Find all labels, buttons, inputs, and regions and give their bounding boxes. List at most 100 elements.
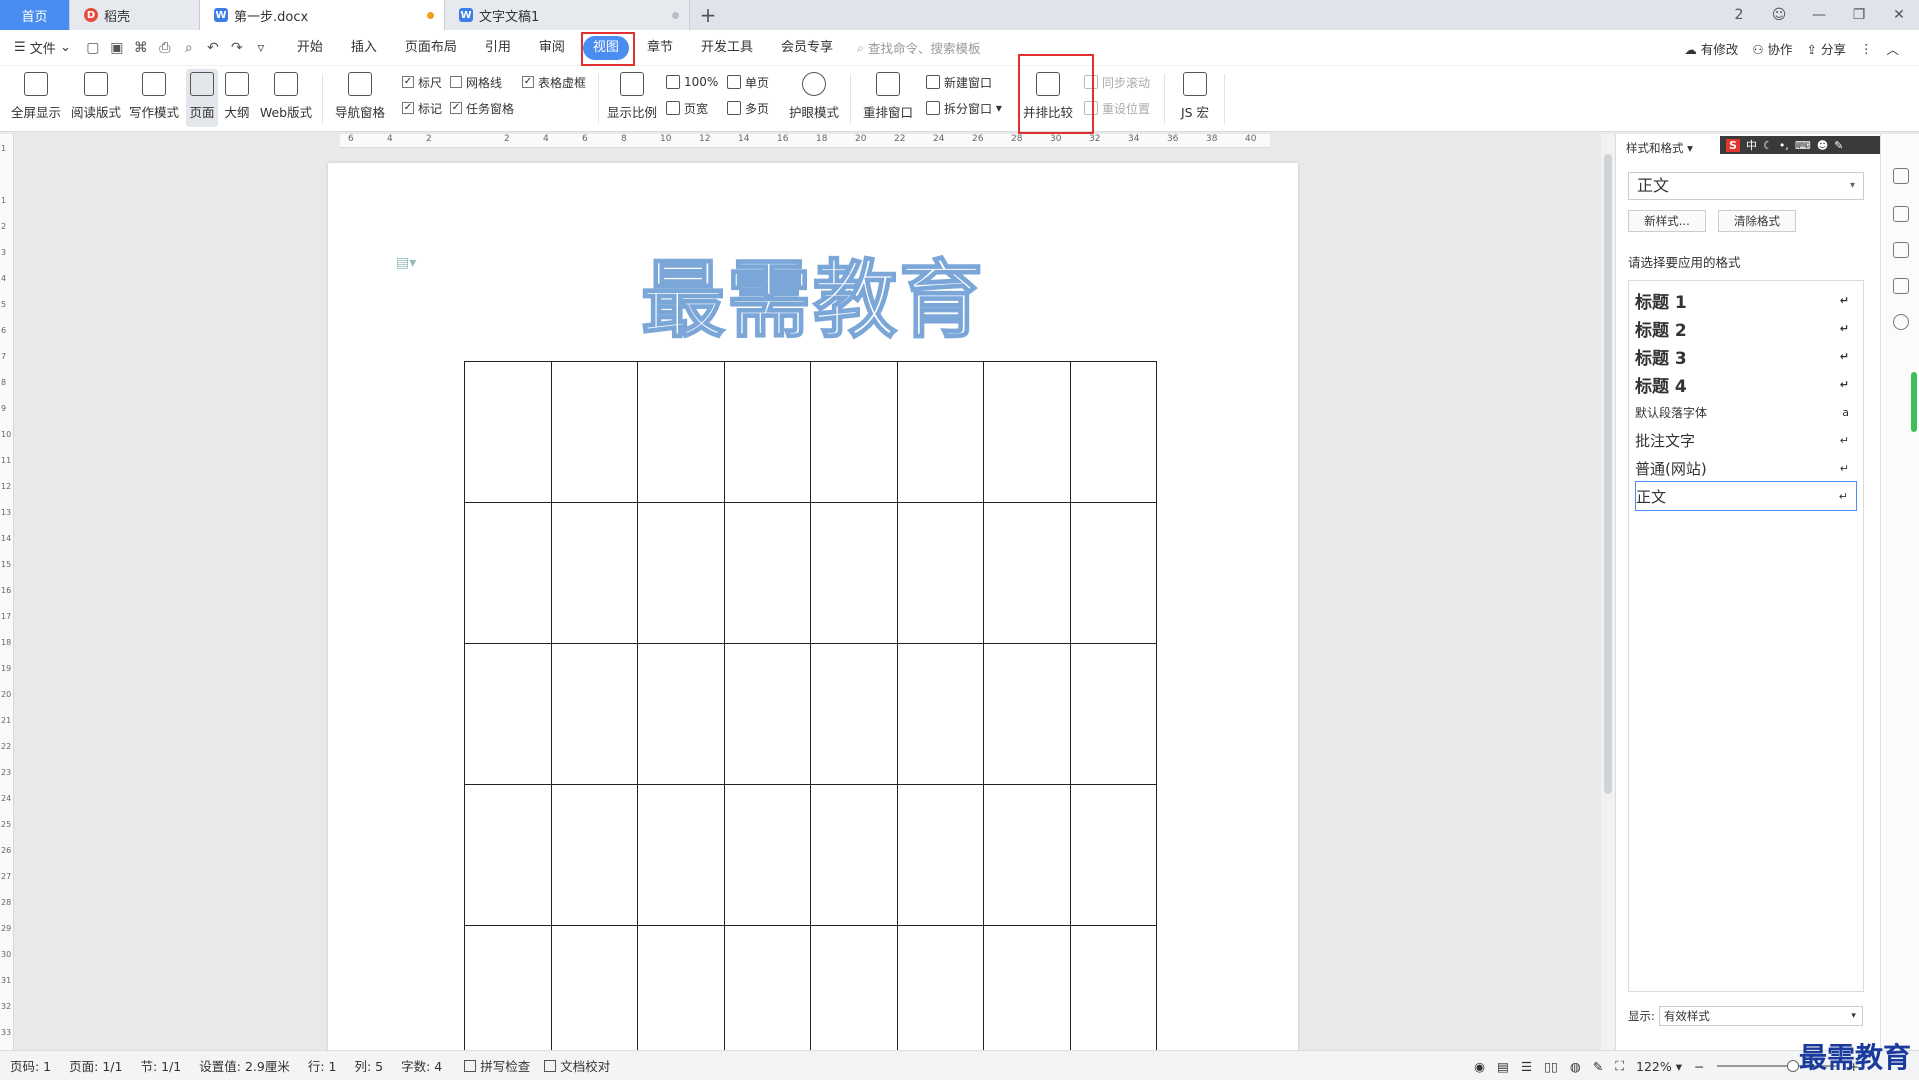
style-item[interactable]: 标题 1 ↵ <box>1635 285 1857 315</box>
table-cell[interactable] <box>550 643 638 785</box>
status-col[interactable]: 列: 5 <box>354 1056 383 1075</box>
status-pages[interactable]: 页面: 1/1 <box>69 1056 122 1075</box>
table-cell[interactable] <box>1069 643 1157 785</box>
scroll-thumb[interactable] <box>1604 154 1612 794</box>
vertical-ruler[interactable]: 1 1 2 3 4 5 6 7 8 9 10 11 12 13 14 15 16 17 18 19 20 21 22 23 24… <box>0 134 14 1063</box>
window-count-badge[interactable]: 2 <box>1719 7 1759 23</box>
redo-icon[interactable]: ↷ <box>225 40 249 56</box>
table-cell[interactable] <box>723 643 811 785</box>
style-item[interactable]: 标题 2 ↵ <box>1635 313 1857 343</box>
select-cursor-icon[interactable] <box>1893 242 1909 258</box>
read-view-icon[interactable]: ▯▯ <box>1544 1059 1558 1074</box>
menu-start[interactable]: 开始 <box>283 36 337 60</box>
web-view-button[interactable]: Web版式 <box>258 66 314 130</box>
collab-button[interactable]: ⚇ 协作 <box>1752 39 1792 58</box>
undo-icon[interactable]: ↶ <box>201 40 225 56</box>
close-icon[interactable]: ✕ <box>1879 7 1919 23</box>
table-cell[interactable] <box>1069 784 1157 926</box>
table-cell[interactable] <box>464 502 552 644</box>
side-by-side-compare-button[interactable]: 并排比较 <box>1020 66 1076 130</box>
status-setting[interactable]: 设置值: 2.9厘米 <box>199 1056 290 1075</box>
table-cell[interactable] <box>723 925 811 1050</box>
table-cell[interactable] <box>464 643 552 785</box>
style-item[interactable]: 正文 ↵ <box>1635 481 1857 511</box>
table-cell[interactable] <box>550 361 638 503</box>
table-cell[interactable] <box>896 784 984 926</box>
status-row[interactable]: 行: 1 <box>308 1056 337 1075</box>
tab-doc-draft1[interactable]: W 文字文稿1 <box>445 0 690 30</box>
side-handle[interactable] <box>1911 372 1917 432</box>
style-item[interactable]: 标题 3 ↵ <box>1635 341 1857 371</box>
sync-scroll-button[interactable]: 同步滚动 <box>1084 72 1150 92</box>
table-cell[interactable] <box>637 784 725 926</box>
print-preview-icon[interactable]: ⌕ <box>177 40 201 56</box>
gridlines-checkbox[interactable]: 网格线 <box>450 72 502 92</box>
marks-checkbox[interactable]: ✓ 标记 <box>402 98 442 118</box>
avatar[interactable]: ☺ <box>1759 7 1799 23</box>
style-item[interactable]: 标题 4 ↵ <box>1635 369 1857 399</box>
menu-page-layout[interactable]: 页面布局 <box>391 36 471 60</box>
new-doc-icon[interactable]: ▢ <box>81 40 105 56</box>
more-icon[interactable]: ⋮ <box>1860 41 1873 56</box>
table-cell[interactable] <box>464 925 552 1050</box>
quick-access-more-icon[interactable]: ▿ <box>249 40 273 56</box>
table-cell[interactable] <box>1069 361 1157 503</box>
new-style-button[interactable]: 新样式... <box>1628 210 1706 232</box>
task-pane-checkbox[interactable]: ✓ 任务窗格 <box>450 98 514 118</box>
horizontal-ruler[interactable]: 6 4 2 2 4 6 8 10 12 14 16 18 20 22 24 26 28 30 32 34 36 38 40 <box>340 134 1270 148</box>
tab-daoke[interactable]: D 稻壳 <box>70 0 200 30</box>
table-cell[interactable] <box>637 502 725 644</box>
table-cell[interactable] <box>637 643 725 785</box>
table-cell[interactable] <box>983 784 1071 926</box>
write-mode-button[interactable]: 写作模式 <box>128 66 180 130</box>
menu-dev-tools[interactable]: 开发工具 <box>687 36 767 60</box>
table-cell[interactable] <box>723 361 811 503</box>
page-width-button[interactable]: 页宽 <box>666 98 708 118</box>
table-cell[interactable] <box>896 925 984 1050</box>
table-cell[interactable] <box>810 361 898 503</box>
split-window-button[interactable]: 拆分窗口 ▾ <box>926 98 1002 118</box>
table-cell[interactable] <box>1069 502 1157 644</box>
menu-review[interactable]: 审阅 <box>525 36 579 60</box>
table-cell[interactable] <box>1069 925 1157 1050</box>
table-cell[interactable] <box>983 925 1071 1050</box>
menu-chapter[interactable]: 章节 <box>633 36 687 60</box>
menu-member[interactable]: 会员专享 <box>767 36 847 60</box>
zoom-level[interactable]: 122% ▾ <box>1636 1059 1682 1074</box>
minimize-icon[interactable]: — <box>1799 7 1839 23</box>
zoom-out-icon[interactable]: − <box>1694 1059 1704 1074</box>
read-mode-button[interactable]: 阅读版式 <box>70 66 122 130</box>
zoom-100-button[interactable]: 100% <box>666 72 718 92</box>
table-cell[interactable] <box>464 361 552 503</box>
format-painter-icon[interactable]: ⌘ <box>129 40 153 56</box>
table-cell[interactable] <box>983 643 1071 785</box>
spell-check-toggle[interactable]: 拼写检查 <box>464 1056 530 1075</box>
status-page-no[interactable]: 页码: 1 <box>10 1056 51 1075</box>
styles-toggle-icon[interactable] <box>1893 168 1909 184</box>
new-window-button[interactable]: 新建窗口 <box>926 72 992 92</box>
table-cell[interactable] <box>896 502 984 644</box>
tab-doc-first-step[interactable]: W 第一步.docx <box>200 0 445 30</box>
table-cell[interactable] <box>896 643 984 785</box>
show-filter-select[interactable]: 有效样式 ▾ <box>1658 1006 1863 1026</box>
page-view-button[interactable]: 页面 <box>186 69 218 127</box>
table-cell[interactable] <box>983 361 1071 503</box>
print-icon[interactable]: ⎙ <box>153 40 177 56</box>
help-icon[interactable] <box>1893 314 1909 330</box>
arrange-window-button[interactable]: 重排窗口 <box>858 66 918 130</box>
reset-position-button[interactable]: 重设位置 <box>1084 98 1150 118</box>
file-menu[interactable]: ☰ 文件 ⌄ <box>0 38 81 57</box>
status-words[interactable]: 字数: 4 <box>401 1056 442 1075</box>
vertical-scrollbar[interactable] <box>1601 134 1615 1050</box>
table-cell[interactable] <box>896 361 984 503</box>
table-cell[interactable] <box>810 643 898 785</box>
current-style-select[interactable]: 正文 ▾ <box>1628 172 1864 200</box>
table-cell[interactable] <box>810 784 898 926</box>
table-cell[interactable] <box>723 502 811 644</box>
menu-view[interactable]: 视图 <box>582 35 629 60</box>
table-cell[interactable] <box>983 502 1071 644</box>
style-item[interactable]: 普通(网站) ↵ <box>1635 453 1857 483</box>
tab-home[interactable]: 首页 <box>0 0 70 30</box>
style-item[interactable]: 批注文字 ↵ <box>1635 425 1857 455</box>
ruler-checkbox[interactable]: ✓ 标尺 <box>402 72 442 92</box>
